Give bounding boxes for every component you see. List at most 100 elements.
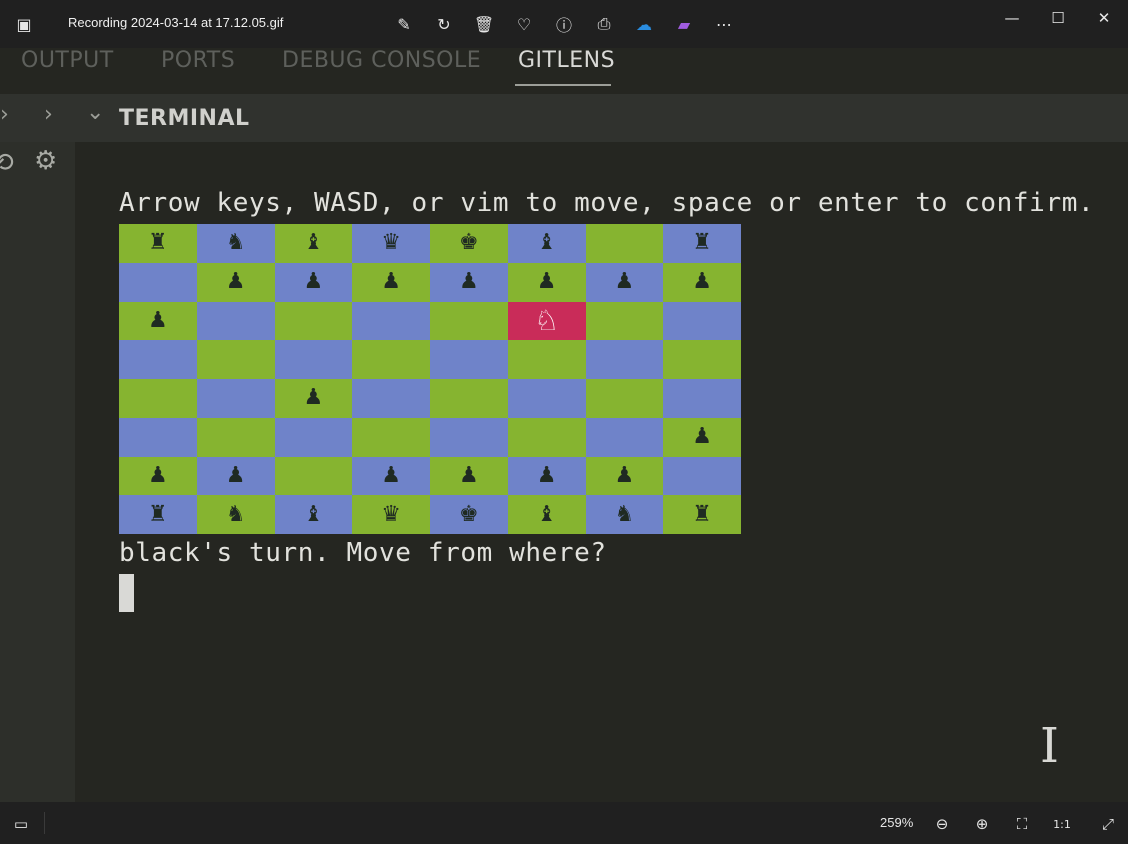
title-bar: ▣ Recording 2024-03-14 at 17.12.05.gif ✎…	[0, 0, 1128, 48]
tab-gitlens: GITLENS	[518, 48, 616, 73]
actual-size-icon[interactable]: 1:1	[1051, 813, 1073, 835]
board-square	[585, 379, 664, 418]
zoom-out-icon[interactable]: ⊖	[931, 813, 953, 835]
tab-ports: PORTS	[161, 48, 236, 73]
board-square	[663, 456, 741, 496]
onedrive-icon[interactable]: ☁	[632, 12, 656, 36]
text-cursor-icon: I	[1040, 718, 1059, 774]
instruction-text: Arrow keys, WASD, or vim to move, space …	[119, 188, 1095, 218]
board-square	[663, 340, 741, 379]
board-square: ♟	[430, 262, 508, 302]
filmstrip-icon[interactable]: ▭	[10, 813, 32, 835]
board-square: ♟	[352, 262, 430, 302]
board-square: ♞	[196, 224, 275, 263]
board-square: ♚	[430, 224, 508, 263]
board-square: ♞	[196, 495, 275, 534]
board-square	[274, 417, 353, 457]
board-square: ♟	[274, 262, 353, 302]
board-square: ♝	[507, 224, 586, 263]
board-square: ♟	[663, 417, 741, 457]
board-square: ♜	[119, 224, 197, 263]
board-square	[196, 301, 275, 341]
chess-board: ♜ ♞ ♝ ♛ ♚ ♝ ♜ ♟ ♟ ♟ ♟ ♟ ♟ ♟ ♟ ♘ ♟ ♟ ♟ ♟ ♟ ♟ ♟ ♟ ♜ ♞ ♝ ♛ ♚ ♝ ♞ ♜	[119, 224, 741, 534]
board-square: ♛	[352, 224, 430, 263]
board-square: ♟	[196, 456, 275, 496]
board-square	[119, 340, 197, 379]
panel-tabs: OUTPUT PORTS DEBUG CONSOLE GITLENS	[0, 48, 1128, 94]
source-control-icon: ⟲	[0, 148, 14, 178]
board-square: ♞	[585, 495, 664, 534]
viewer-bottom-bar: ▭ 259% ⊖ ⊕ ⛶ 1:1 ⤢	[0, 802, 1128, 844]
board-square	[507, 340, 586, 379]
board-square	[119, 379, 197, 418]
board-square	[663, 301, 741, 341]
favorite-icon[interactable]: ♡	[512, 12, 536, 36]
board-square: ♜	[663, 224, 741, 263]
board-square	[196, 379, 275, 418]
chevron-right-icon: ›	[0, 102, 9, 127]
fit-to-window-icon[interactable]: ⛶	[1011, 813, 1033, 835]
window-title: Recording 2024-03-14 at 17.12.05.gif	[68, 15, 284, 30]
board-square: ♚	[430, 495, 508, 534]
board-square: ♟	[119, 456, 197, 496]
info-icon[interactable]: ⓘ	[552, 12, 576, 36]
board-square: ♟	[585, 262, 664, 302]
board-square	[585, 340, 664, 379]
delete-icon[interactable]: 🗑	[472, 12, 496, 36]
board-square: ♟	[507, 456, 586, 496]
zoom-in-icon[interactable]: ⊕	[971, 813, 993, 835]
minimize-button[interactable]: —	[997, 8, 1027, 28]
terminal-cursor	[119, 574, 134, 612]
board-square	[196, 340, 275, 379]
divider	[44, 812, 45, 834]
print-icon[interactable]: ⎙	[592, 12, 616, 36]
board-square: ♜	[119, 495, 197, 534]
board-square	[352, 301, 430, 341]
active-tab-indicator	[515, 84, 611, 86]
board-square: ♟	[430, 456, 508, 496]
board-square: ♟	[507, 262, 586, 302]
board-square: ♝	[274, 224, 353, 263]
rotate-icon[interactable]: ↻	[432, 12, 456, 36]
board-square	[352, 340, 430, 379]
board-square	[585, 301, 664, 341]
board-square: ♟	[663, 262, 741, 302]
board-square	[274, 340, 353, 379]
board-square	[274, 301, 353, 341]
chevron-right-icon: ›	[44, 102, 53, 127]
edit-image-icon[interactable]: ✎	[392, 12, 416, 36]
turn-prompt: black's turn. Move from where?	[119, 538, 607, 568]
board-square: ♟	[196, 262, 275, 302]
terminal-section-header: › › ⌄ TERMINAL	[0, 94, 1128, 142]
git-graph-icon: ⚙	[34, 146, 58, 176]
board-square	[352, 379, 430, 418]
board-square	[430, 417, 508, 457]
board-square: ♟	[352, 456, 430, 496]
board-square	[507, 379, 586, 418]
fullscreen-icon[interactable]: ⤢	[1097, 813, 1119, 835]
board-square	[274, 456, 353, 496]
clipchamp-icon[interactable]: ▰	[672, 12, 696, 36]
board-square	[196, 417, 275, 457]
chevron-down-icon: ⌄	[86, 100, 105, 125]
board-square	[430, 340, 508, 379]
board-square: ♟	[585, 456, 664, 496]
tab-output: OUTPUT	[21, 48, 114, 73]
tab-debug-console: DEBUG CONSOLE	[282, 48, 482, 73]
image-viewer: OUTPUT PORTS DEBUG CONSOLE GITLENS › › ⌄…	[0, 48, 1128, 802]
board-square	[585, 417, 664, 457]
zoom-level[interactable]: 259%	[880, 815, 913, 830]
board-square	[119, 262, 197, 302]
maximize-button[interactable]: ☐	[1043, 8, 1073, 28]
board-square	[507, 417, 586, 457]
more-icon[interactable]: ⋯	[712, 12, 736, 36]
board-square: ♟	[274, 379, 353, 418]
board-square	[430, 379, 508, 418]
board-square: ♝	[507, 495, 586, 534]
board-square	[663, 379, 741, 418]
close-button[interactable]: ✕	[1089, 8, 1119, 28]
photos-app-icon: ▣	[16, 14, 32, 34]
board-square: ♛	[352, 495, 430, 534]
board-square	[585, 224, 664, 263]
board-square: ♟	[119, 301, 197, 341]
